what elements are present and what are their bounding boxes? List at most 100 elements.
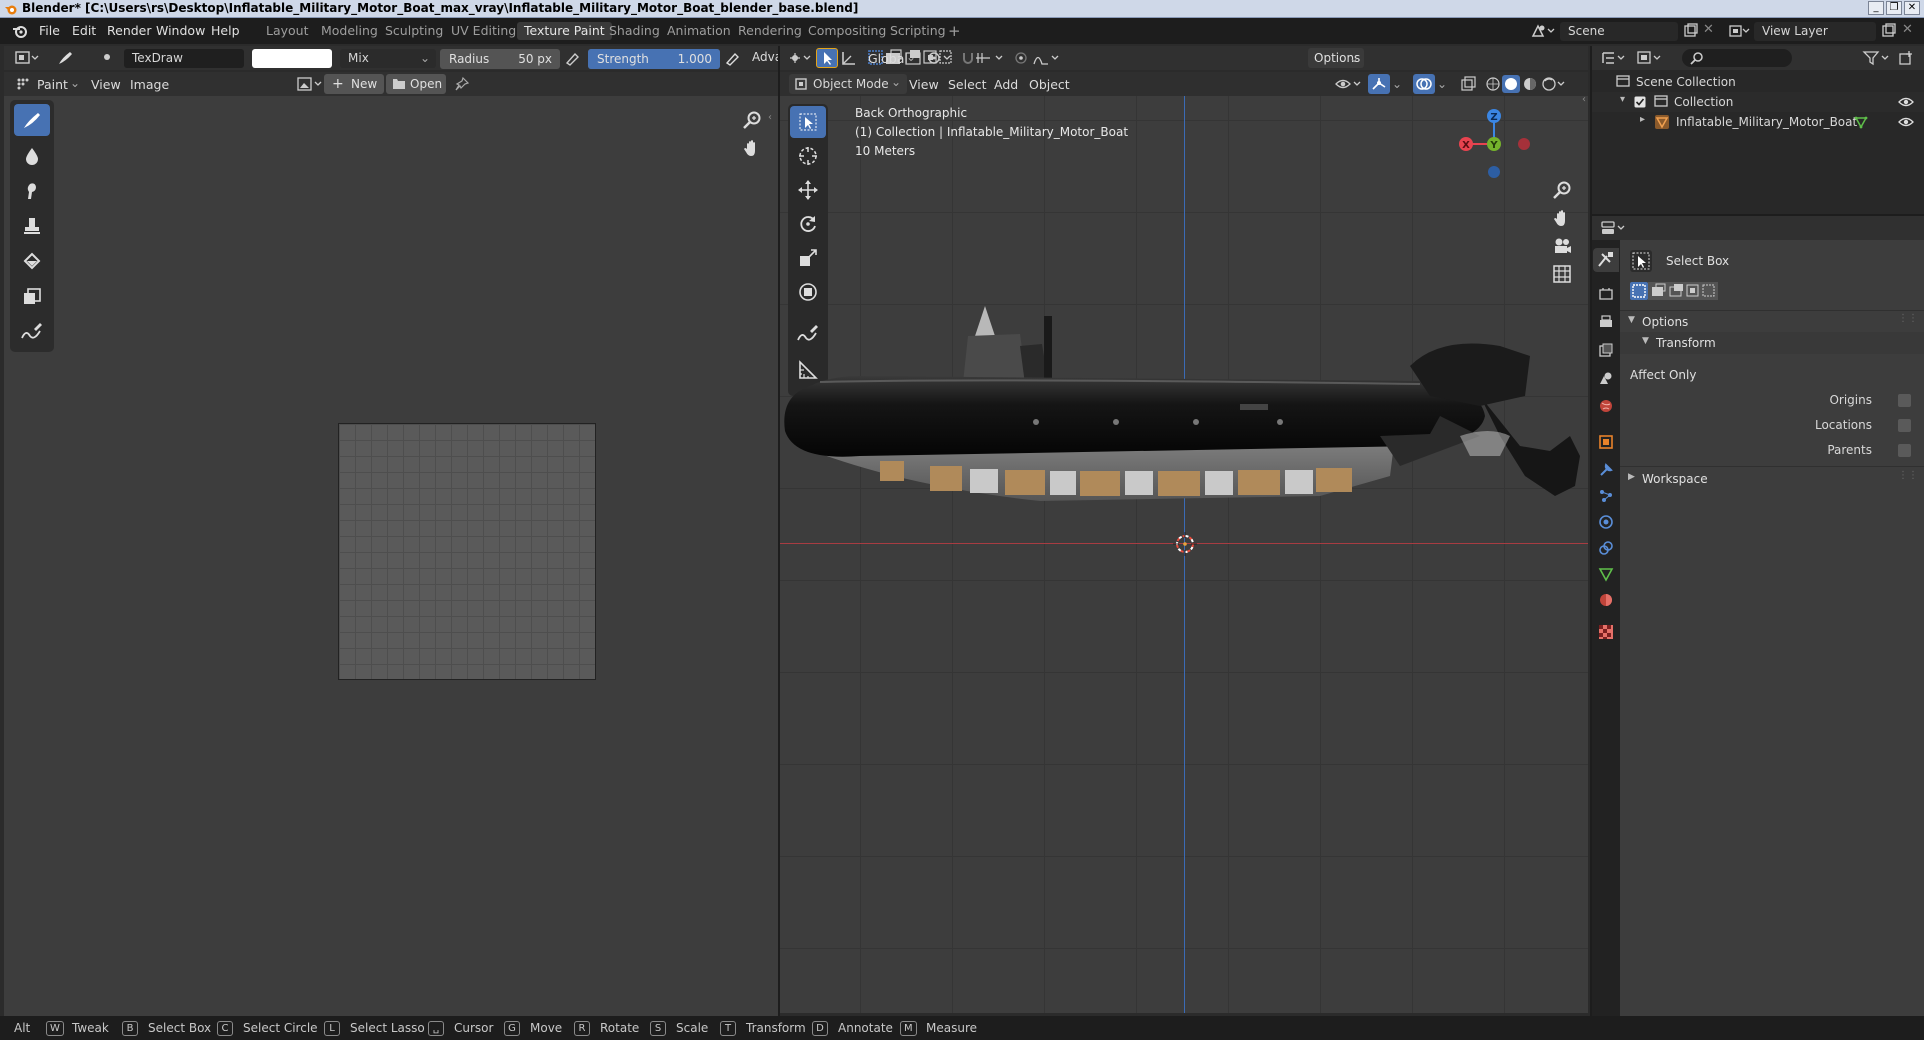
expand-arrow-icon[interactable]: ▸ [1640, 114, 1645, 125]
drag-handle-icon[interactable]: ⋮⋮ [1898, 313, 1918, 324]
scene-name-field[interactable]: Scene [1560, 22, 1678, 41]
collapse-arrow-icon[interactable]: ‹ [1582, 96, 1586, 105]
tab-world[interactable] [1598, 398, 1614, 414]
editor-type-icon[interactable] [14, 49, 42, 67]
transform-subpanel-header[interactable]: ▼ Transform [1620, 332, 1924, 354]
menu-file[interactable]: File [39, 23, 60, 38]
new-collection-icon[interactable] [1898, 50, 1914, 66]
collection-checkbox-icon[interactable] [1634, 96, 1646, 108]
tab-object[interactable] [1598, 434, 1614, 450]
open-image-button[interactable]: Open [386, 74, 446, 94]
tab-uv-editing[interactable]: UV Editing [444, 22, 523, 40]
boat-model[interactable] [780, 286, 1588, 546]
menu-render[interactable]: Render [107, 23, 152, 38]
origins-checkbox[interactable] [1898, 394, 1911, 407]
selection-mode-buttons[interactable] [1630, 282, 1718, 300]
new-image-button[interactable]: + New [324, 74, 384, 94]
tab-constraints[interactable] [1598, 540, 1614, 556]
image-browse-icon[interactable] [296, 76, 324, 92]
show-overlays-toggle[interactable] [1413, 74, 1435, 94]
show-gizmo-toggle[interactable] [1368, 74, 1390, 94]
smear-tool[interactable] [14, 175, 50, 207]
navigation-gizmo[interactable]: Z X Y [1446, 104, 1542, 184]
display-mode-icon[interactable] [1636, 49, 1664, 67]
tab-texture-paint[interactable]: Texture Paint [517, 22, 612, 40]
options-panel-header[interactable]: ▼ Options ⋮⋮ [1620, 310, 1924, 332]
new-view-layer-icon[interactable] [1880, 23, 1896, 39]
perspective-toggle-icon[interactable] [1552, 264, 1572, 284]
view-layer-field[interactable]: View Layer [1754, 22, 1876, 41]
tab-material[interactable] [1598, 592, 1614, 608]
parents-checkbox[interactable] [1898, 444, 1911, 457]
menu-edit[interactable]: Edit [72, 23, 96, 38]
delete-scene-icon[interactable]: ✕ [1703, 22, 1714, 37]
tab-compositing[interactable]: Compositing [801, 22, 893, 40]
mesh-data-icon[interactable] [1854, 115, 1868, 129]
tab-shading[interactable]: Shading [602, 22, 667, 40]
tab-sculpting[interactable]: Sculpting [378, 22, 450, 40]
outliner-search-input[interactable] [1682, 49, 1792, 67]
menu-help[interactable]: Help [211, 23, 240, 38]
blend-mode-dropdown[interactable]: Mix ⌄ [340, 49, 436, 68]
outliner-row-collection[interactable]: ▾ Collection [1592, 92, 1924, 112]
view-layer-icon[interactable] [1728, 23, 1750, 39]
cursor-tool[interactable] [790, 140, 826, 172]
select-tool-active[interactable] [816, 48, 838, 68]
outliner-editor-type-icon[interactable] [1600, 49, 1628, 67]
fill-tool[interactable] [14, 245, 50, 277]
blender-menu-icon[interactable] [12, 23, 28, 39]
brush-tool-icon[interactable] [56, 49, 76, 67]
radius-slider[interactable]: Radius 50 px [440, 49, 560, 69]
image-editor-canvas[interactable]: ‹ [4, 96, 778, 1016]
options-dropdown[interactable]: Options ⌄ [1308, 48, 1364, 68]
xray-toggle-icon[interactable] [1460, 76, 1476, 92]
pivot-point-icon[interactable] [926, 49, 954, 67]
transform-orientation-dropdown[interactable]: Global [868, 51, 908, 66]
3d-viewport[interactable]: Back Orthographic (1) Collection | Infla… [780, 96, 1588, 1013]
tab-output[interactable] [1598, 314, 1614, 330]
texture-image-grid[interactable] [338, 423, 596, 680]
minimize-button[interactable]: _ [1868, 1, 1884, 15]
pan-hand-icon[interactable] [742, 138, 762, 158]
chevron-down-icon[interactable]: ⌄ [1437, 77, 1447, 91]
tab-particles[interactable] [1598, 488, 1614, 504]
tab-layout[interactable]: Layout [259, 22, 316, 40]
new-scene-icon[interactable] [1682, 23, 1698, 39]
image-menu-image[interactable]: Image [130, 77, 169, 92]
viewport-menu-add[interactable]: Add [994, 77, 1018, 92]
menu-window[interactable]: Window [156, 23, 205, 38]
close-button[interactable]: ✕ [1904, 1, 1920, 15]
tab-view-layer[interactable] [1598, 342, 1614, 358]
zoom-view-icon[interactable] [1552, 180, 1572, 200]
rotate-tool[interactable] [790, 208, 826, 240]
3d-cursor-icon[interactable] [1173, 532, 1197, 556]
image-menu-view[interactable]: View [91, 77, 121, 92]
chevron-down-icon[interactable]: ⌄ [1392, 77, 1402, 91]
tab-physics[interactable] [1598, 514, 1614, 530]
eye-icon[interactable] [1898, 95, 1914, 109]
tab-scene[interactable] [1598, 370, 1614, 386]
tab-texture[interactable] [1598, 624, 1614, 640]
scale-tool[interactable] [790, 242, 826, 274]
proportional-editing-icon[interactable] [1014, 49, 1062, 67]
move-tool[interactable] [790, 174, 826, 206]
add-workspace-icon[interactable]: + [948, 22, 961, 40]
zoom-icon[interactable] [742, 110, 762, 130]
delete-view-layer-icon[interactable]: ✕ [1902, 22, 1913, 37]
tab-scripting[interactable]: Scripting [883, 22, 953, 40]
visibility-selectability-icon[interactable] [1334, 75, 1364, 93]
pin-icon[interactable] [454, 76, 470, 92]
tab-modeling[interactable]: Modeling [314, 22, 385, 40]
outliner-row-scene-collection[interactable]: Scene Collection [1592, 72, 1924, 92]
mask-tool[interactable] [14, 280, 50, 312]
expand-arrow-icon[interactable]: ▾ [1620, 94, 1625, 105]
strength-slider[interactable]: Strength 1.000 [588, 49, 720, 69]
drag-handle-icon[interactable]: ⋮⋮ [1898, 470, 1918, 481]
collapse-arrow-icon[interactable]: ‹ [768, 112, 772, 123]
brush-color-swatch[interactable] [252, 49, 332, 68]
tab-data[interactable] [1598, 566, 1614, 582]
tab-animation[interactable]: Animation [660, 22, 738, 40]
paint-mode-dropdown[interactable]: Paint [37, 77, 68, 92]
tab-render[interactable] [1598, 286, 1614, 302]
soften-tool[interactable] [14, 140, 50, 172]
